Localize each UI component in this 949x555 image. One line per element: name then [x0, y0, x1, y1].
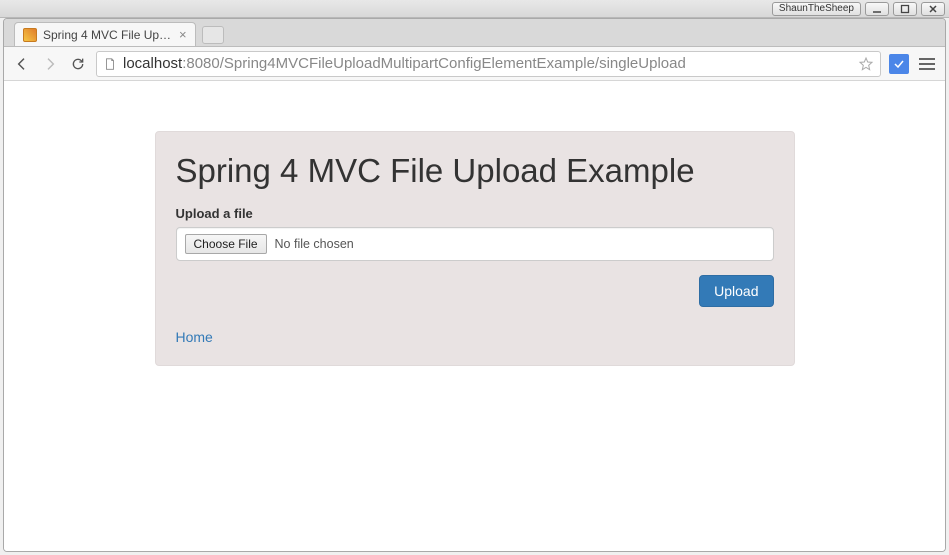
new-tab-button[interactable] — [202, 26, 224, 44]
back-button[interactable] — [12, 54, 32, 74]
tab-title: Spring 4 MVC File Upload — [43, 28, 173, 42]
extension-checkmark-icon[interactable] — [889, 54, 909, 74]
os-username-badge: ShaunTheSheep — [772, 2, 861, 16]
home-link[interactable]: Home — [176, 329, 213, 345]
window-minimize-button[interactable] — [865, 2, 889, 16]
url-host: localhost — [123, 55, 182, 72]
url-text: localhost:8080/Spring4MVCFileUploadMulti… — [123, 55, 852, 72]
window-close-button[interactable] — [921, 2, 945, 16]
main-panel: Spring 4 MVC File Upload Example Upload … — [155, 131, 795, 366]
page-viewport: Spring 4 MVC File Upload Example Upload … — [4, 81, 945, 551]
window-maximize-button[interactable] — [893, 2, 917, 16]
upload-button[interactable]: Upload — [699, 275, 773, 307]
file-chosen-status: No file chosen — [275, 237, 354, 251]
address-bar[interactable]: localhost:8080/Spring4MVCFileUploadMulti… — [96, 51, 881, 77]
nav-toolbar: localhost:8080/Spring4MVCFileUploadMulti… — [4, 47, 945, 81]
bookmark-star-icon[interactable] — [858, 56, 874, 72]
browser-window: Spring 4 MVC File Upload × localhost:808… — [3, 18, 946, 552]
tab-close-icon[interactable]: × — [179, 28, 187, 41]
choose-file-button[interactable]: Choose File — [185, 234, 267, 254]
url-path: /Spring4MVCFileUploadMultipartConfigElem… — [220, 55, 686, 72]
form-actions: Upload — [176, 275, 774, 307]
tab-strip: Spring 4 MVC File Upload × — [4, 19, 945, 47]
os-titlebar: ShaunTheSheep — [0, 0, 949, 18]
reload-button[interactable] — [68, 54, 88, 74]
page-title: Spring 4 MVC File Upload Example — [176, 152, 774, 190]
browser-tab[interactable]: Spring 4 MVC File Upload × — [14, 22, 196, 46]
hamburger-menu-button[interactable] — [917, 54, 937, 74]
file-input-wrapper[interactable]: Choose File No file chosen — [176, 227, 774, 261]
url-port: :8080 — [182, 55, 220, 72]
forward-button[interactable] — [40, 54, 60, 74]
upload-label: Upload a file — [176, 206, 774, 221]
favicon-icon — [23, 28, 37, 42]
page-icon — [103, 57, 117, 71]
